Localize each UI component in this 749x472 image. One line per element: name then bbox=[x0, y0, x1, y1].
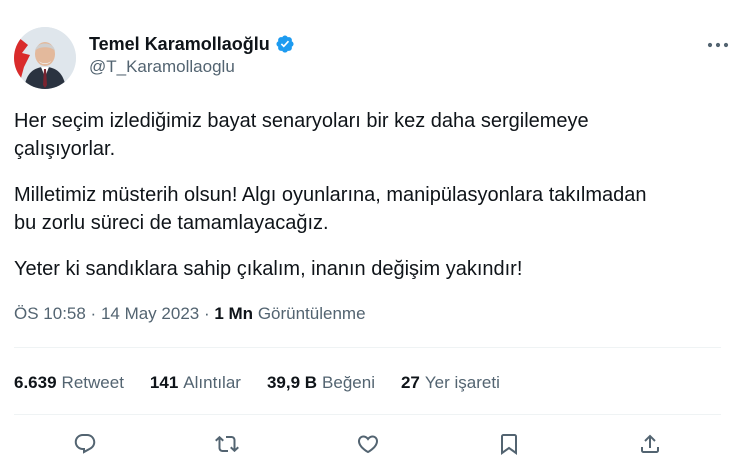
stat-label: Retweet bbox=[61, 373, 124, 392]
verified-badge-icon[interactable] bbox=[275, 34, 295, 54]
stat-label: Yer işareti bbox=[424, 373, 500, 392]
stat-count: 27 bbox=[400, 373, 420, 392]
avatar-image bbox=[14, 27, 76, 89]
tweet-card: Temel Karamollaoğlu @T_Karamollaoglu Her… bbox=[0, 0, 749, 472]
author-info: Temel Karamollaoğlu @T_Karamollaoglu bbox=[89, 33, 295, 77]
author-handle[interactable]: @T_Karamollaoglu bbox=[89, 57, 295, 77]
stat-count: 141 bbox=[149, 373, 179, 392]
stat-count: 39,9 B bbox=[266, 373, 318, 392]
reply-icon[interactable] bbox=[71, 430, 99, 458]
action-bar bbox=[55, 430, 685, 458]
tweet-meta: ÖS 10:58 · 14 May 2023 · 1 Mn Görüntülen… bbox=[14, 304, 366, 324]
retweet-icon[interactable] bbox=[213, 430, 241, 458]
stat-label: Beğeni bbox=[322, 373, 375, 392]
stat-retweets[interactable]: 6.639 Retweet bbox=[14, 373, 124, 393]
stat-count: 6.639 bbox=[14, 373, 57, 392]
meta-separator: · bbox=[199, 304, 215, 323]
tweet-date[interactable]: 14 May 2023 bbox=[101, 304, 199, 323]
share-icon[interactable] bbox=[636, 430, 664, 458]
tweet-paragraph: Milletimiz müsterih olsun! Algı oyunları… bbox=[14, 184, 647, 234]
tweet-text: Her seçim izlediğimiz bayat senaryoları … bbox=[14, 107, 729, 301]
divider bbox=[14, 414, 721, 415]
views-label: Görüntülenme bbox=[257, 304, 366, 323]
stat-quotes[interactable]: 141 Alıntılar bbox=[150, 373, 241, 393]
more-horizontal-icon[interactable] bbox=[703, 35, 733, 55]
display-name[interactable]: Temel Karamollaoğlu bbox=[89, 34, 270, 55]
engagement-stats: 6.639 Retweet 141 Alıntılar 39,9 B Beğen… bbox=[14, 373, 526, 393]
stat-bookmarks[interactable]: 27 Yer işareti bbox=[401, 373, 500, 393]
avatar[interactable] bbox=[14, 27, 76, 89]
tweet-paragraph: Her seçim izlediğimiz bayat senaryoları … bbox=[14, 110, 589, 160]
views-count: 1 Mn bbox=[214, 304, 254, 323]
meta-separator: · bbox=[85, 304, 101, 323]
tweet-time[interactable]: ÖS 10:58 bbox=[14, 304, 86, 323]
tweet-header: Temel Karamollaoğlu @T_Karamollaoglu bbox=[14, 27, 735, 91]
tweet-paragraph: Yeter ki sandıklara sahip çıkalım, inanı… bbox=[14, 258, 523, 280]
stat-likes[interactable]: 39,9 B Beğeni bbox=[267, 373, 375, 393]
divider bbox=[14, 347, 721, 348]
stat-label: Alıntılar bbox=[183, 373, 241, 392]
bookmark-icon[interactable] bbox=[495, 430, 523, 458]
heart-icon[interactable] bbox=[354, 430, 382, 458]
